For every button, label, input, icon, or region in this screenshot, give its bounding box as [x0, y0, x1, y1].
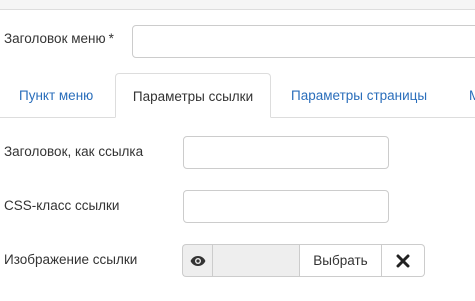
link-image-path-field[interactable]	[212, 244, 300, 277]
tab-link-params[interactable]: Параметры ссылки	[115, 73, 271, 118]
link-title-label: Заголовок, как ссылка	[4, 144, 144, 159]
select-image-button[interactable]: Выбрать	[300, 244, 382, 277]
link-image-field-group: Выбрать	[182, 244, 425, 277]
css-class-input[interactable]	[183, 190, 389, 223]
menu-title-input[interactable]	[132, 25, 475, 58]
link-title-input[interactable]	[183, 136, 389, 169]
required-star: *	[108, 31, 114, 46]
menu-title-label: Заголовок меню *	[4, 30, 114, 48]
tab-menu-item[interactable]: Пункт меню	[19, 73, 93, 118]
preview-button[interactable]	[182, 244, 212, 277]
tab-bar: Пункт меню Параметры ссылки Параметры ст…	[0, 73, 475, 118]
menu-title-label-text: Заголовок меню	[4, 31, 106, 46]
tab-more[interactable]: M	[469, 73, 475, 118]
eye-icon	[190, 255, 205, 266]
link-image-label: Изображение ссылки	[4, 252, 138, 267]
tab-page-params[interactable]: Параметры страницы	[291, 73, 427, 118]
top-toolbar-strip	[0, 0, 475, 10]
clear-image-button[interactable]	[382, 244, 425, 277]
close-icon	[396, 254, 410, 267]
css-class-label: CSS-класс ссылки	[4, 198, 120, 213]
